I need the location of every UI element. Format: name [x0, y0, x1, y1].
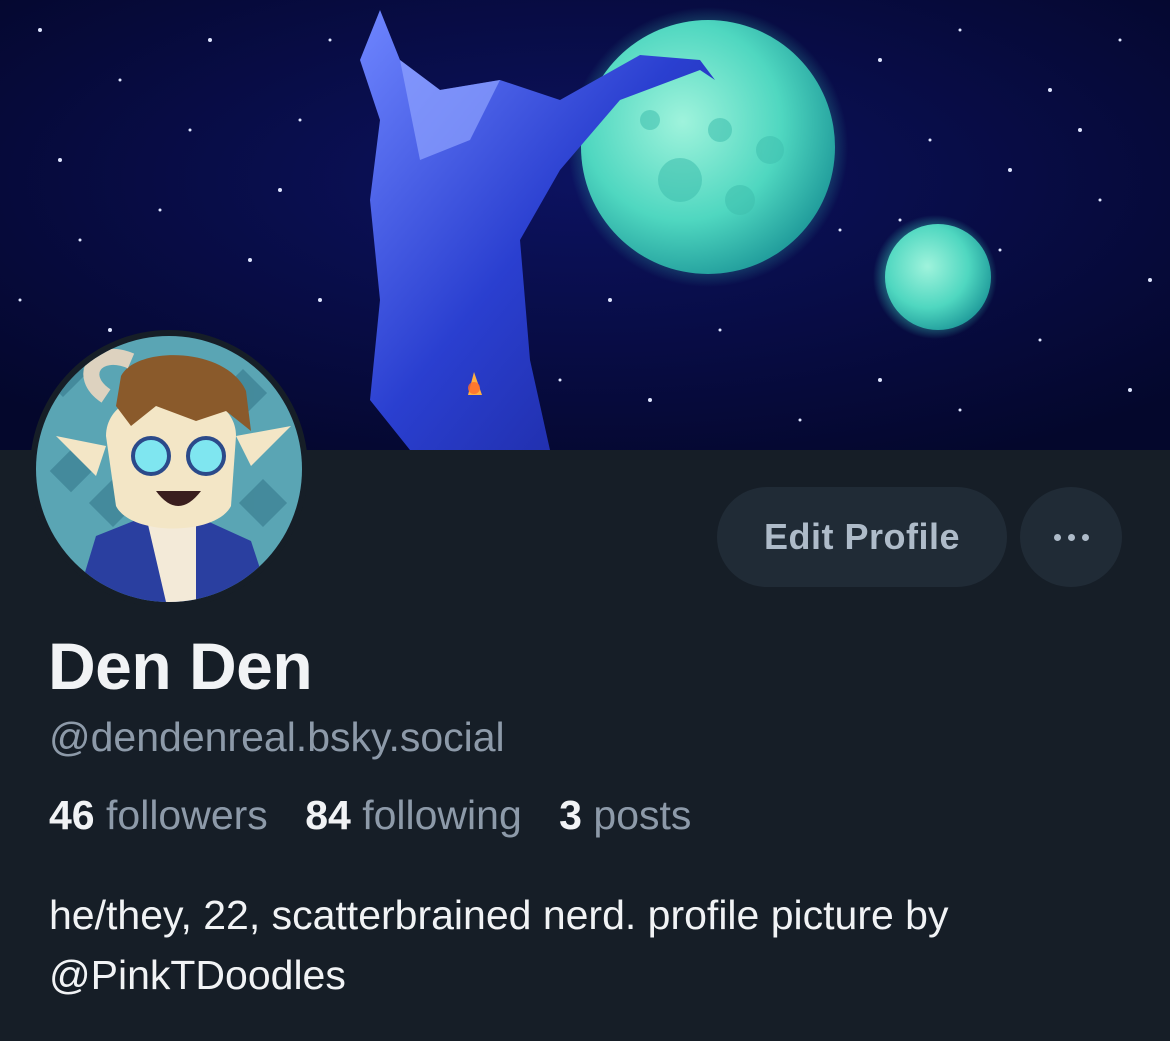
- followers-label: followers: [106, 792, 268, 838]
- ellipsis-icon: [1053, 533, 1089, 541]
- avatar[interactable]: [30, 330, 308, 608]
- edit-profile-button[interactable]: Edit Profile: [717, 487, 1007, 587]
- following-count: 84: [305, 792, 351, 838]
- following-label: following: [362, 792, 522, 838]
- posts-label: posts: [593, 792, 692, 838]
- followers-count: 46: [49, 792, 95, 838]
- posts-count-stat: 3 posts: [559, 792, 691, 838]
- posts-count: 3: [559, 792, 582, 838]
- profile-bio: he/they, 22, scatterbrained nerd. profil…: [49, 885, 1139, 1005]
- followers-link[interactable]: 46 followers: [49, 792, 268, 838]
- display-name: Den Den: [48, 629, 313, 703]
- profile-stats: 46 followers 84 following 3 posts: [49, 792, 717, 839]
- profile-handle: @dendenreal.bsky.social: [49, 714, 505, 760]
- bio-line: he/they, 22, scatterbrained nerd. profil…: [49, 892, 949, 938]
- following-link[interactable]: 84 following: [305, 792, 522, 838]
- avatar-image: [36, 336, 302, 602]
- more-options-button[interactable]: [1020, 487, 1122, 587]
- bio-mention-link[interactable]: @PinkTDoodles: [49, 945, 1139, 1005]
